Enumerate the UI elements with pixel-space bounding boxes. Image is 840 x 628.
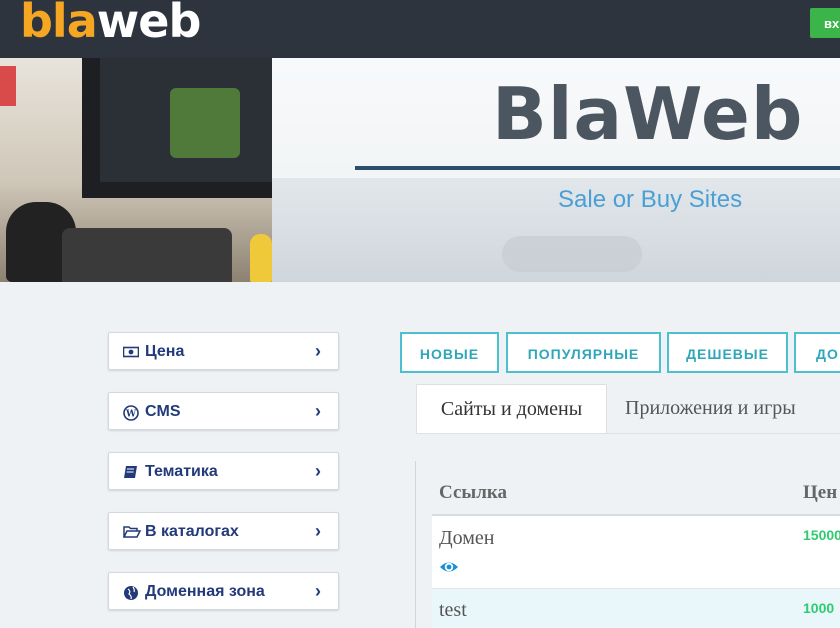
login-button[interactable]: вх [810, 8, 840, 38]
mouse-decor [502, 236, 642, 272]
sidebar-item-label: Цена [145, 343, 185, 360]
tabs-divider [416, 433, 840, 434]
table-row[interactable]: Домен 15000 [432, 516, 840, 588]
desk-phone-decor [62, 228, 232, 282]
hero-photo [0, 58, 272, 282]
logo-web: web [96, 0, 202, 48]
chevron-right-icon: › [315, 401, 321, 421]
tab-sites-domains[interactable]: Сайты и домены [416, 384, 607, 434]
chevron-right-icon: › [315, 341, 321, 361]
logo-bla: bla [20, 0, 98, 48]
row-price: 15000 [803, 527, 840, 543]
tab-apps-games[interactable]: Приложения и игры [625, 384, 796, 434]
sidebar-item-topic[interactable]: Тематика › [108, 452, 339, 490]
map-decor [170, 88, 240, 158]
table-row[interactable]: test 1000 [432, 588, 840, 628]
sidebar-item-domain-zone[interactable]: Доменная зона › [108, 572, 339, 610]
chevron-right-icon: › [315, 581, 321, 601]
eye-icon[interactable] [439, 558, 459, 576]
listing-table: Ссылка Цен Домен 15000 test 1000 [415, 461, 840, 628]
sticky-note-decor [0, 66, 16, 106]
wordpress-icon: W [123, 405, 139, 421]
filter-popular-button[interactable]: ПОПУЛЯРНЫЕ [506, 332, 661, 373]
toy-figure-decor [250, 234, 272, 282]
sidebar-item-catalogs[interactable]: В каталогах › [108, 512, 339, 550]
folder-open-icon [122, 525, 142, 539]
sidebar-item-label: В каталогах [145, 523, 239, 540]
book-icon [123, 465, 139, 479]
hero-banner: BlaWeb Sale or Buy Sites [0, 58, 840, 282]
top-navbar: blaweb вх [0, 0, 840, 58]
row-link[interactable]: test [439, 599, 467, 622]
hero-title: BlaWeb [492, 72, 804, 156]
globe-icon [123, 585, 139, 600]
sidebar-item-label: Тематика [145, 463, 218, 480]
chevron-right-icon: › [315, 521, 321, 541]
row-link[interactable]: Домен [439, 527, 495, 550]
money-icon [122, 345, 140, 359]
sidebar-item-price[interactable]: Цена › [108, 332, 339, 370]
filter-more-button[interactable]: ДО [794, 332, 840, 373]
sidebar-item-cms[interactable]: W CMS › [108, 392, 339, 430]
svg-text:W: W [125, 410, 137, 420]
chevron-right-icon: › [315, 461, 321, 481]
column-header-price[interactable]: Цен [803, 482, 837, 504]
hero-subtitle: Sale or Buy Sites [558, 186, 743, 213]
site-logo[interactable]: blaweb [20, 0, 202, 48]
filter-cheap-button[interactable]: ДЕШЕВЫЕ [667, 332, 788, 373]
filter-new-button[interactable]: НОВЫЕ [400, 332, 499, 373]
row-price: 1000 [803, 600, 835, 616]
column-header-link[interactable]: Ссылка [439, 482, 507, 504]
sidebar-item-label: CMS [145, 403, 181, 420]
sidebar-item-label: Доменная зона [145, 583, 265, 600]
hero-divider [355, 166, 840, 170]
